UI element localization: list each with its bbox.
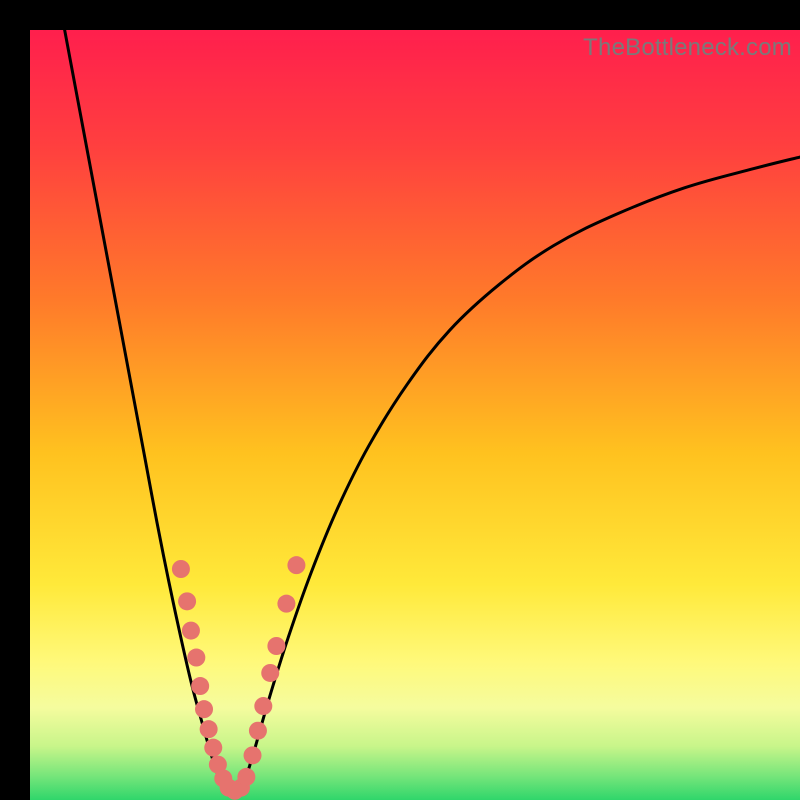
marker-point: [195, 700, 213, 718]
marker-point: [204, 739, 222, 757]
curve-layer: [30, 30, 800, 800]
marker-point: [267, 637, 285, 655]
marker-point: [244, 746, 262, 764]
marker-point: [200, 720, 218, 738]
curve-right-branch: [242, 157, 800, 791]
marker-point: [178, 592, 196, 610]
curve-left-branch: [65, 30, 225, 791]
marker-point: [172, 560, 190, 578]
marker-point: [237, 768, 255, 786]
marker-point: [191, 677, 209, 695]
marker-point: [187, 649, 205, 667]
marker-point: [249, 722, 267, 740]
marker-point: [254, 697, 272, 715]
marker-point: [287, 556, 305, 574]
plot-area: TheBottleneck.com: [30, 30, 800, 800]
watermark-text: TheBottleneck.com: [583, 34, 792, 62]
marker-point: [261, 664, 279, 682]
marker-point: [277, 595, 295, 613]
outer-frame: TheBottleneck.com: [0, 0, 800, 800]
marker-point: [182, 622, 200, 640]
